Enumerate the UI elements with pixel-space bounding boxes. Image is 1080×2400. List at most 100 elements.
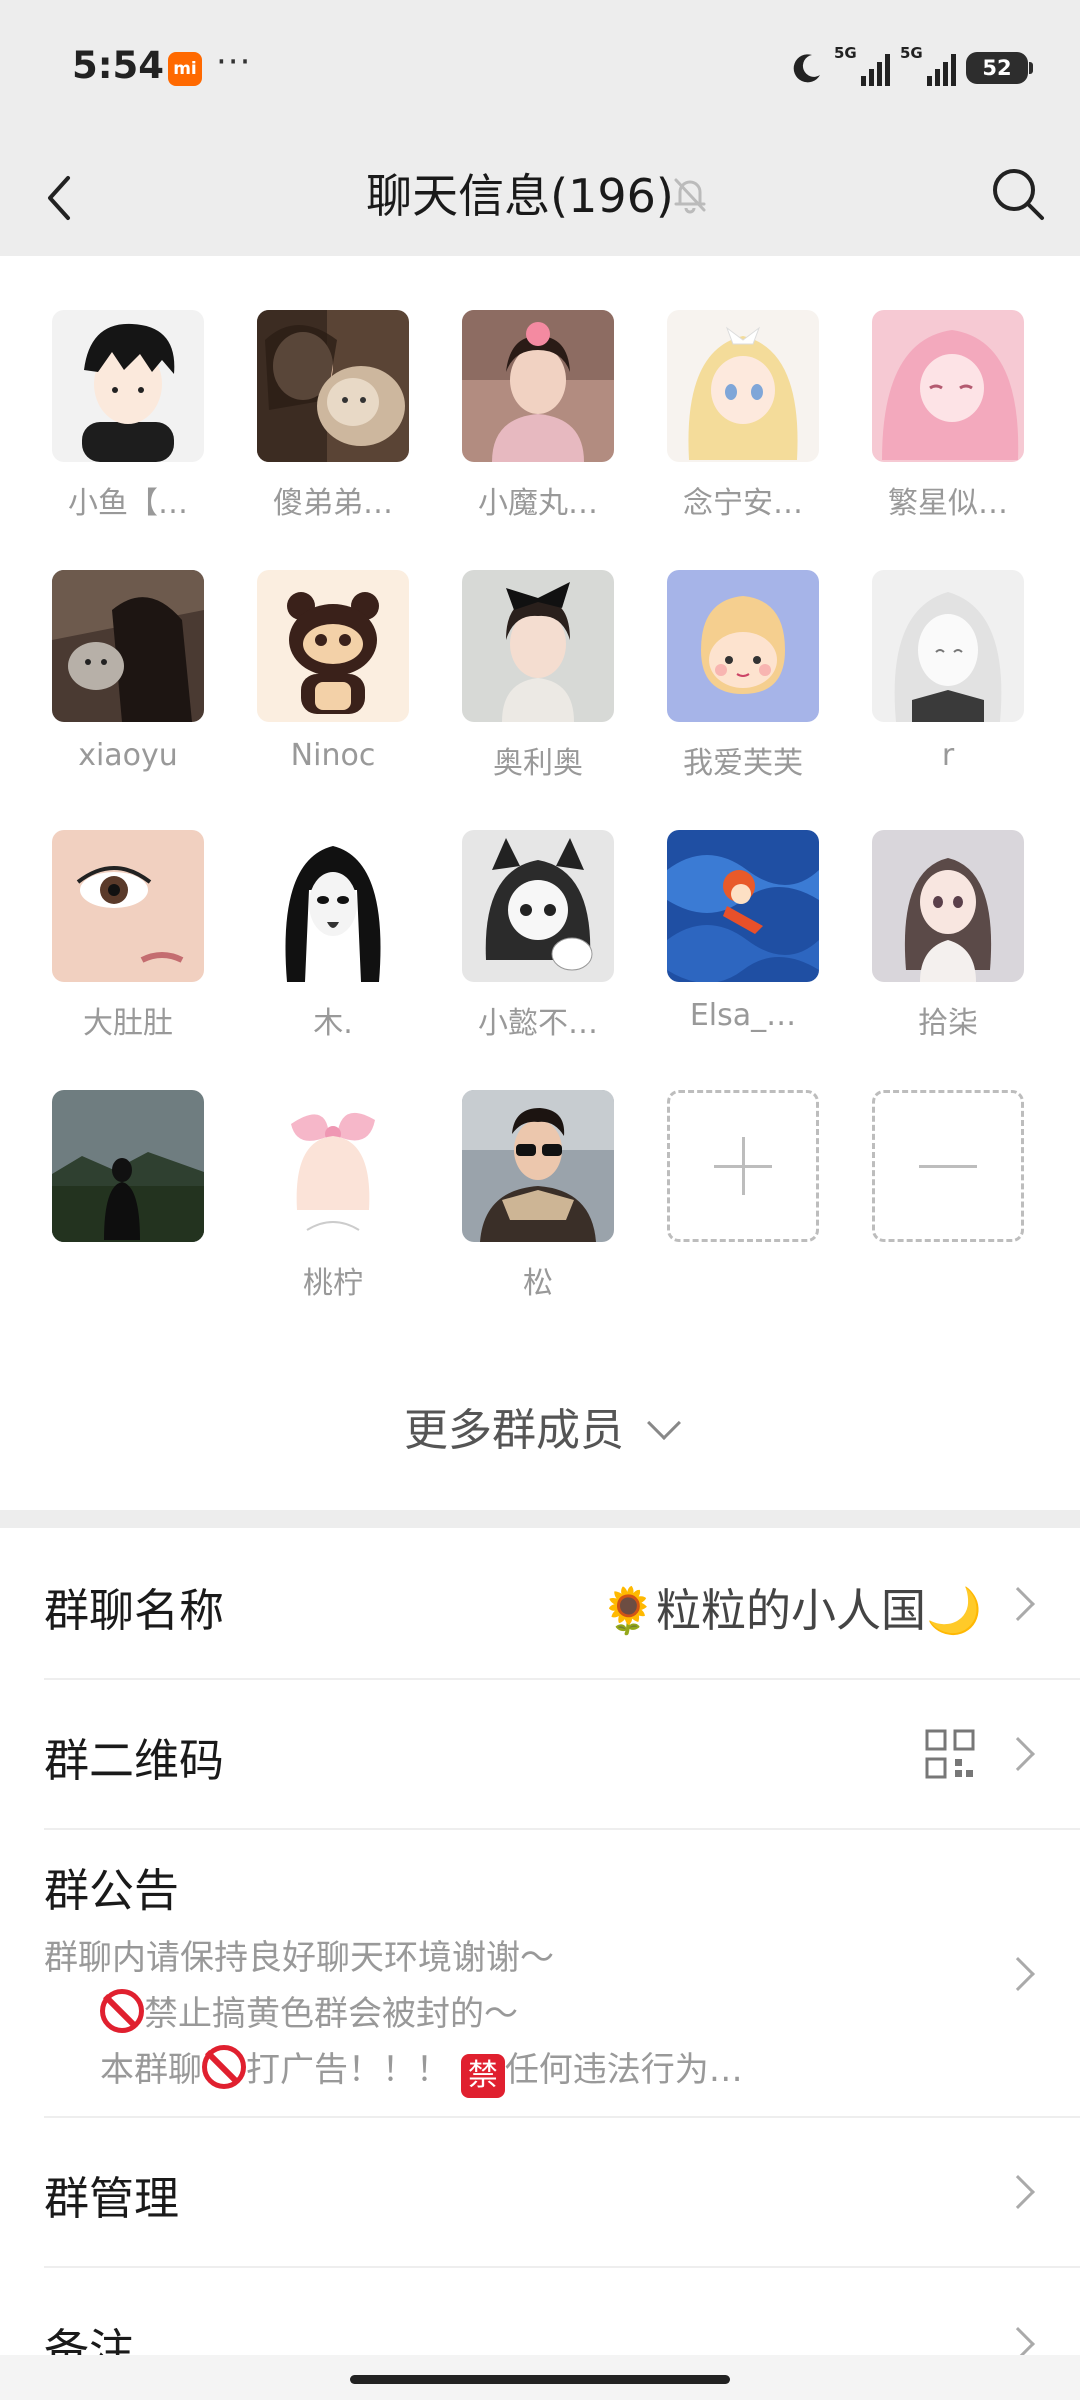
search-icon[interactable] [986,162,1050,226]
group-name-value: 🌻粒粒的小人国🌙 [599,1584,982,1637]
member-item[interactable]: 大肚肚 [52,830,204,1090]
home-indicator[interactable] [350,2375,730,2384]
member-name: 念宁安… [683,486,803,521]
group-name-row[interactable]: 群聊名称 🌻粒粒的小人国🌙 [0,1528,1080,1678]
boy-sunglasses-avatar[interactable] [462,1090,614,1242]
qr-code-icon [925,1729,975,1779]
group-name-label: 群聊名称 [44,1584,225,1637]
member-item[interactable]: 奥利奥 [462,570,614,830]
notice-line-2-text: 禁止搞黄色群会被封的～ [144,1994,518,2034]
do-not-disturb-moon-icon [793,54,820,83]
member-name: 松 [523,1266,553,1301]
chevron-right-icon [1001,1587,1035,1621]
chevron-right-icon [1001,1737,1035,1771]
member-item[interactable]: r [872,570,1024,830]
member-name: 小魔丸… [478,486,598,521]
member-item[interactable]: 小鱼【… [52,310,204,570]
anime-blonde-girl-avatar[interactable] [667,310,819,462]
manga-catgirl-avatar[interactable] [462,830,614,982]
status-right: 5G 5G 52 [790,44,1033,90]
member-name: 繁星似… [888,486,1008,521]
girl-with-bow-avatar[interactable] [462,570,614,722]
notice-line-2: 禁止搞黄色群会被封的～ [44,1986,944,2042]
girl-with-kitten-avatar[interactable] [52,570,204,722]
member-name: Elsa_… [689,998,797,1033]
battery-icon: 52 [966,52,1033,84]
member-item[interactable]: 我爱芙芙 [667,570,819,830]
more-members-button[interactable]: 更多群成员 [0,1394,1080,1458]
pink-bow-sketch-avatar[interactable] [257,1090,409,1242]
member-item[interactable]: 桃柠 [257,1090,409,1350]
more-notifications-icon: ··· [216,42,252,82]
member-item[interactable]: 小魔丸… [462,310,614,570]
member-item[interactable] [52,1090,204,1350]
members-section: 小鱼【… 傻弟弟… 小魔丸… 念宁安… 繁星似… xiaoyu Ninoc 奥利… [0,256,1080,1510]
pink-anime-girl-avatar[interactable] [872,310,1024,462]
group-qr-label: 群二维码 [44,1734,225,1787]
landscape-person-avatar[interactable] [52,1090,204,1242]
add-member-item[interactable] [667,1090,819,1350]
member-item[interactable]: Ninoc [257,570,409,830]
cartoon-face-avatar[interactable] [667,570,819,722]
member-name: xiaoyu [78,738,178,773]
member-name: 傻弟弟… [273,486,393,521]
page-title-text: 聊天信息(196) [366,169,674,223]
group-notice-text: 群聊内请保持良好聊天环境谢谢～ 禁止搞黄色群会被封的～ 本群聊 打广告！！！ 禁任… [44,1930,944,2098]
member-item[interactable]: 念宁安… [667,310,819,570]
member-item[interactable]: 傻弟弟… [257,310,409,570]
mi-app-icon: mi [168,52,202,86]
member-name: 木. [313,1006,353,1041]
member-name: 拾柒 [918,1006,978,1041]
anime-boy-avatar[interactable] [52,310,204,462]
remove-member-button[interactable] [872,1090,1024,1242]
group-qr-row[interactable]: 群二维码 [0,1680,1080,1828]
member-name: r [941,738,955,773]
add-member-button[interactable] [667,1090,819,1242]
member-item[interactable]: xiaoyu [52,570,204,830]
sketch-girl-avatar[interactable] [872,570,1024,722]
group-notice-label: 群公告 [44,1864,180,1917]
member-item[interactable]: 松 [462,1090,614,1350]
prohibited-icon [100,1989,144,2033]
bell-muted-icon [674,178,706,214]
chevron-right-icon [1001,1957,1035,1991]
nav-bar: 聊天信息(196) [0,140,1080,256]
notice-line-1: 群聊内请保持良好聊天环境谢谢～ [44,1938,554,1978]
member-name: 我爱芙芙 [683,746,803,781]
status-bar: 5:54 mi ··· 5G 5G 52 [0,0,1080,140]
signal-5g-sim2-icon: 5G [900,44,956,88]
signal-5g-sim1-icon: 5G [834,44,890,88]
cartoon-bear-avatar[interactable] [257,570,409,722]
ponyo-wave-avatar[interactable] [667,830,819,982]
group-manage-label: 群管理 [44,2172,180,2225]
eye-closeup-avatar[interactable] [52,830,204,982]
member-item[interactable]: 繁星似… [872,310,1024,570]
chevron-right-icon [1001,2175,1035,2209]
member-item[interactable]: Elsa_… [667,830,819,1090]
bw-cartoon-girl-avatar[interactable] [257,830,409,982]
notice-line-3b: 打广告！！！ [246,2050,450,2090]
girl-with-cat-avatar[interactable] [257,310,409,462]
chevron-down-icon [647,1406,681,1440]
member-item[interactable]: 小懿不… [462,830,614,1090]
member-item[interactable]: 木. [257,830,409,1090]
group-manage-row[interactable]: 群管理 [0,2118,1080,2266]
notice-line-3: 本群聊 打广告！！！ 禁任何违法行为… [44,2042,944,2098]
notice-line-3a: 本群聊 [100,2050,202,2090]
member-name: 小鱼【… [68,486,188,521]
member-name: Ninoc [290,738,376,773]
member-item[interactable]: 拾柒 [872,830,1024,1090]
girl-photo-avatar[interactable] [462,310,614,462]
anime-girl-braid-avatar[interactable] [872,830,1024,982]
more-members-label: 更多群成员 [404,1405,624,1456]
remove-member-item[interactable] [872,1090,1024,1350]
ban-icon: 禁 [460,2054,505,2098]
header-area: 5:54 mi ··· 5G 5G 52 聊天信息(196) [0,0,1080,256]
member-name: 奥利奥 [493,746,583,781]
notice-line-3c: 任何违法行为… [504,2050,743,2090]
page-title: 聊天信息(196) [0,160,1080,226]
sim2-label: 5G [900,44,923,62]
member-name: 小懿不… [478,1006,598,1041]
section-separator [0,1510,1080,1528]
sim1-label: 5G [834,44,857,62]
